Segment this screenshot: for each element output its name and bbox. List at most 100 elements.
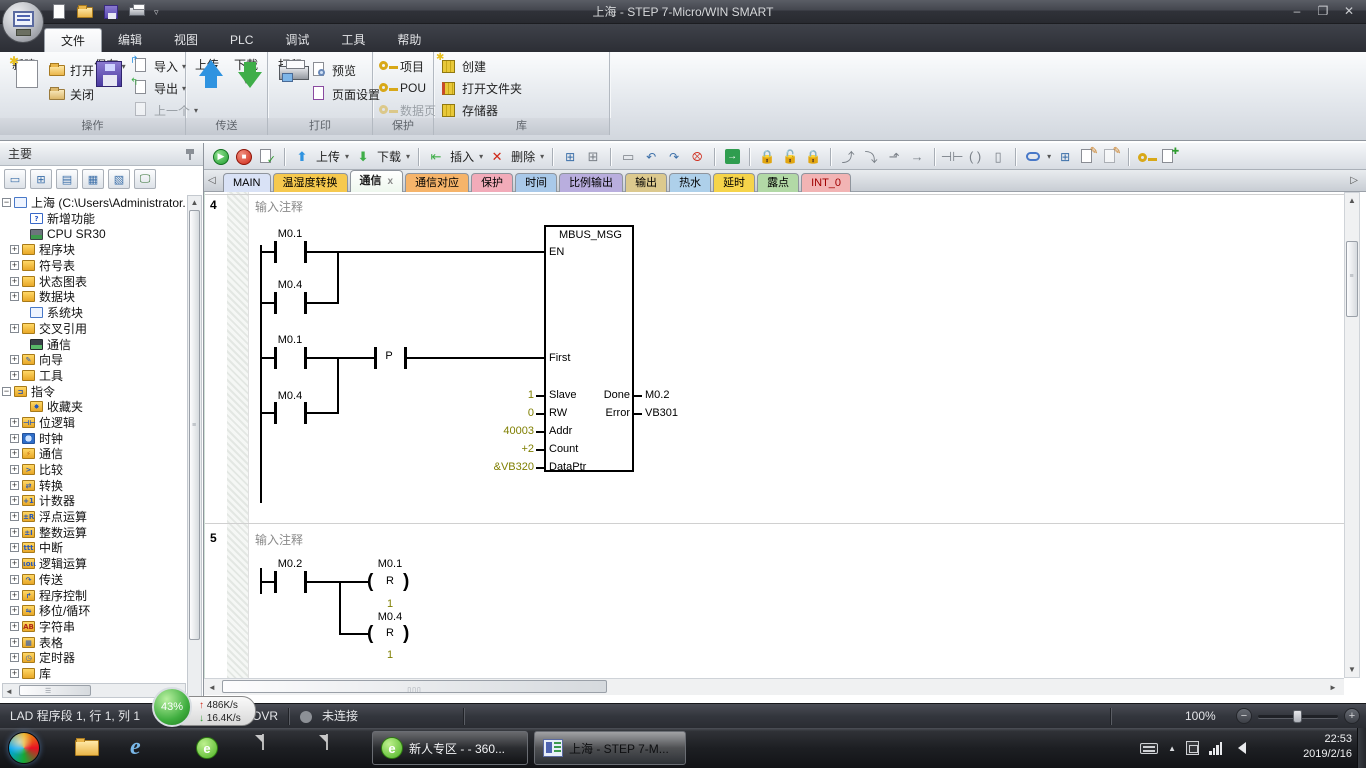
download-button[interactable]: 下载▾ [228,56,264,87]
tree-item-clock[interactable]: +时钟 [2,430,186,446]
tab-reshui[interactable]: 热水 [669,173,711,192]
expander-icon[interactable]: + [10,277,19,286]
expander-icon[interactable]: + [10,355,19,364]
speaker-icon[interactable] [1232,742,1246,754]
power-plug-icon[interactable] [1186,741,1199,755]
coil-count-operand[interactable]: 1 [360,649,420,661]
line-right-icon[interactable]: → [908,148,926,166]
symbol-table-toolbar-icon[interactable]: ⊞ [1056,148,1074,166]
tree-item-cross-reference[interactable]: +交叉引用 [2,321,186,337]
tree-item-string[interactable]: +AB字符串 [2,619,186,635]
tab-bili-shuchu[interactable]: 比例输出 [559,173,623,192]
expander-icon[interactable]: + [10,465,19,474]
contact-bar-icon[interactable] [274,292,277,314]
tree-vertical-scrollbar[interactable]: ▲ ≡ ▼ [187,195,202,725]
expander-icon[interactable]: − [2,198,11,207]
tree-item-table[interactable]: +▦表格 [2,634,186,650]
open-library-folder-button[interactable]: 打开文件夹 [440,78,522,98]
tree-item-library[interactable]: +库 [2,666,186,681]
tree-item-system-block[interactable]: +系统块 [2,305,186,321]
coil-icon[interactable]: ( ) [966,148,984,166]
expander-icon[interactable]: + [10,606,19,615]
address-tag-icon[interactable] [1024,148,1042,166]
tab-int0[interactable]: INT_0 [801,173,851,192]
expander-icon[interactable]: + [10,543,19,552]
coil-count-operand[interactable]: 1 [360,598,420,610]
tree-item-program-block[interactable]: +程序块 [2,242,186,258]
upload-button[interactable]: 上传▾ [189,56,225,87]
pin-value[interactable]: &VB320 [454,461,534,473]
tree-item-interrupt[interactable]: +ttt中断 [2,540,186,556]
menu-tab-plc[interactable]: PLC [214,28,269,52]
pou-grid-icon[interactable]: ⊞ [561,148,579,166]
tree-item-communication[interactable]: +通信 [2,336,186,352]
explorer-icon[interactable] [72,734,102,762]
tree-item-cpu[interactable]: +CPU SR30 [2,226,186,242]
tab-ludian[interactable]: 露点 [757,173,799,192]
tab-main[interactable]: MAIN [223,173,271,192]
pin-value[interactable]: 40003 [454,425,534,437]
pou-grid-disabled-icon[interactable]: ⊞ [584,148,602,166]
unlock-icon[interactable]: 🔓 [781,148,799,166]
insert-label[interactable]: 插入 [450,148,474,165]
show-desktop-button[interactable] [1357,728,1366,768]
upload-label[interactable]: 上传 [316,148,340,165]
network-comment[interactable]: 输入注释 [255,198,303,215]
cross-ref-view-icon[interactable]: ▧ [108,169,130,189]
contact-bar-icon[interactable] [274,347,277,369]
status-chart-view-icon[interactable]: ▤ [56,169,78,189]
line-up-icon[interactable]: ⬏ [885,148,903,166]
key-toolbar-icon[interactable] [1137,148,1155,166]
tree-item-counter[interactable]: ++1计数器 [2,493,186,509]
expander-icon[interactable]: + [10,669,19,678]
tab-tongxin-duiying[interactable]: 通信对应 [405,173,469,192]
document-icon[interactable] [326,735,356,763]
insert-network-icon[interactable]: ⇤ [427,148,445,166]
pin-value[interactable]: 0 [454,407,534,419]
expander-icon[interactable]: + [10,418,19,427]
coil-type[interactable]: R [360,627,420,639]
keyboard-tray-icon[interactable] [1140,743,1158,754]
expander-icon[interactable]: + [10,638,19,647]
create-library-button[interactable]: ✱创建 [440,56,486,76]
network-comment[interactable]: 输入注释 [255,531,303,548]
tree-item-project-root[interactable]: −上海 (C:\Users\Administrator. [2,195,186,211]
save-icon[interactable] [102,3,120,21]
contact-bar-icon[interactable] [274,571,277,593]
new-file-icon[interactable] [50,3,68,21]
tree-item-float-math[interactable]: +±R浮点运算 [2,509,186,525]
tree-item-compare[interactable]: +>比较 [2,462,186,478]
contact-bar-icon[interactable] [274,402,277,424]
expander-icon[interactable]: + [10,528,19,537]
box-select-icon[interactable]: ▭ [619,148,637,166]
import-button[interactable]: ↱导入▾ [132,56,186,76]
run-icon[interactable]: ▶ [212,148,230,166]
editor-vertical-scrollbar[interactable]: ▲ ≡ ▼ [1344,192,1360,678]
expander-icon[interactable]: + [10,622,19,631]
open-button[interactable]: 打开 [48,60,94,80]
tab-tongxin-active[interactable]: 通信x [350,170,404,192]
tree-item-whats-new[interactable]: +?新增功能 [2,211,186,227]
output-operand[interactable]: VB301 [645,407,678,419]
expander-icon[interactable]: + [10,481,19,490]
tray-expand-icon[interactable]: ▲ [1168,744,1176,753]
minimize-button[interactable]: – [1284,0,1310,22]
tray-clock[interactable]: 22:53 2019/2/16 [1303,732,1352,762]
expander-icon[interactable]: + [10,653,19,662]
communication-view-icon[interactable]: 🖵 [134,169,156,189]
contact-bar-icon[interactable] [274,241,277,263]
protect-datapage-button[interactable]: 数据页 [378,100,436,120]
pin-icon[interactable] [185,148,195,160]
tab-shijian[interactable]: 时间 [515,173,557,192]
expander-icon[interactable]: + [10,245,19,254]
contact-operand[interactable]: M0.1 [260,334,320,346]
export-button[interactable]: ↰导出▾ [132,78,186,98]
expander-icon[interactable]: + [10,591,19,600]
expander-icon[interactable]: + [10,575,19,584]
tree-item-bit-logic[interactable]: +⊣⊢位逻辑 [2,415,186,431]
edit-symbols-icon[interactable]: ✎ [1079,148,1097,166]
tab-baohu[interactable]: 保护 [471,173,513,192]
zoom-in-button[interactable]: + [1344,708,1360,724]
tree-item-convert[interactable]: +⇄转换 [2,477,186,493]
box-instruction-icon[interactable]: ▯ [989,148,1007,166]
